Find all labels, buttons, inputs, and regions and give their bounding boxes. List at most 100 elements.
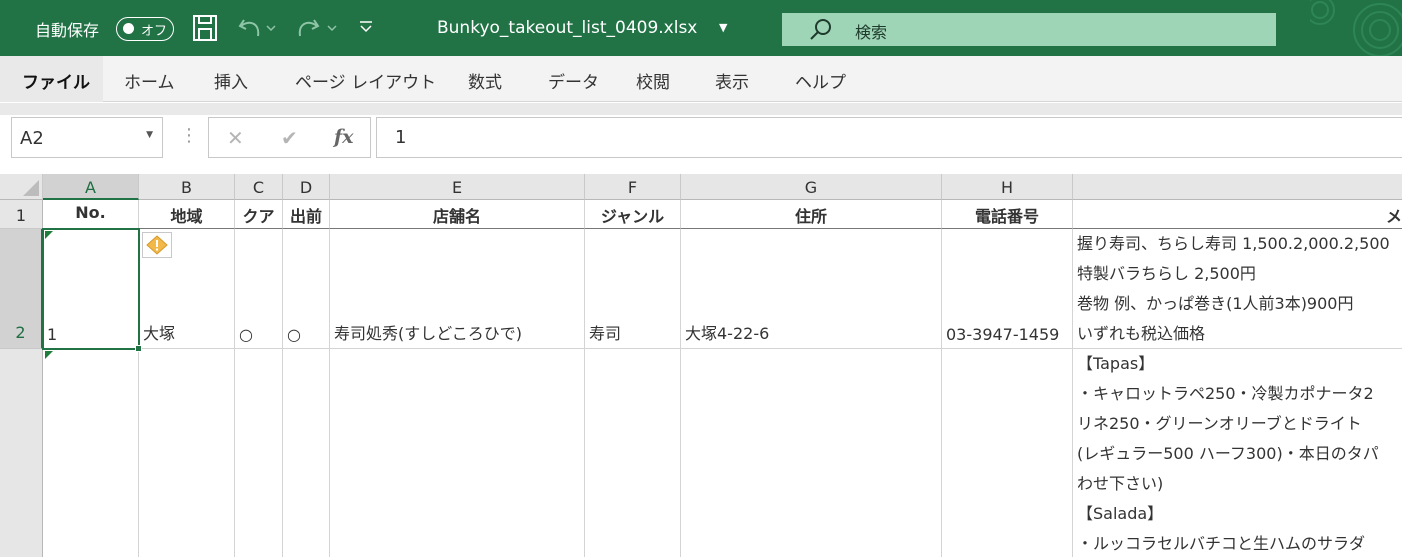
header-cell-delivery[interactable]: 出前 bbox=[283, 200, 330, 229]
column-header-i[interactable] bbox=[1073, 174, 1402, 200]
note-line: わせ下さい) bbox=[1077, 474, 1164, 493]
active-cell-border bbox=[42, 228, 140, 350]
note-line: ・キャロットラペ250・冷製カポナータ2 bbox=[1077, 384, 1374, 403]
error-indicator-a3 bbox=[45, 351, 53, 359]
cell-d2-value: ○ bbox=[287, 325, 301, 344]
fill-handle[interactable] bbox=[135, 345, 142, 352]
search-box[interactable]: 検索 bbox=[782, 13, 1276, 46]
tab-file[interactable]: ファイル bbox=[22, 68, 90, 93]
column-header-c[interactable]: C bbox=[235, 174, 283, 200]
tab-home[interactable]: ホーム bbox=[124, 68, 175, 93]
file-name[interactable]: Bunkyo_takeout_list_0409.xlsx bbox=[437, 18, 697, 38]
note-line: 特製バラちらし 2,500円 bbox=[1077, 264, 1256, 283]
redo-icon[interactable] bbox=[296, 14, 340, 46]
header-cell-menu[interactable]: メ bbox=[1073, 200, 1402, 229]
note-line: 【Tapas】 bbox=[1077, 354, 1155, 373]
cell-h2[interactable]: 03-3947-1459 bbox=[942, 229, 1073, 349]
autosave-toggle[interactable]: オフ bbox=[116, 17, 174, 41]
save-icon[interactable] bbox=[192, 14, 218, 46]
note-line: リネ250・グリーンオリーブとドライト bbox=[1077, 414, 1362, 433]
header-cell-area[interactable]: 地域 bbox=[139, 200, 235, 229]
cell-b2-value: 大塚 bbox=[143, 324, 176, 343]
undo-icon[interactable] bbox=[236, 14, 276, 46]
tab-insert[interactable]: 挿入 bbox=[214, 68, 248, 93]
ribbon-tabs: ファイル ホーム 挿入 ページ レイアウト 数式 データ 校閲 表示 ヘルプ bbox=[0, 56, 1402, 102]
error-warning-button[interactable] bbox=[142, 232, 172, 258]
name-box-dropdown-icon[interactable]: ▼ bbox=[146, 130, 153, 140]
file-name-dropdown-icon[interactable]: ▼ bbox=[719, 21, 727, 34]
name-box-value: A2 bbox=[20, 128, 44, 149]
note-line: 握り寿司、ちらし寿司 1,500.2,000.2,500 bbox=[1077, 234, 1390, 253]
cell-c2[interactable]: ○ bbox=[235, 229, 283, 349]
note-line: 【Salada】 bbox=[1077, 504, 1164, 523]
cell-g3[interactable] bbox=[681, 349, 942, 557]
decorative-pattern-icon bbox=[1305, 0, 1402, 60]
note-line: (レギュラー500 ハーフ300)・本日のタパ bbox=[1077, 444, 1379, 463]
tab-page-layout[interactable]: ページ レイアウト bbox=[295, 68, 436, 93]
select-all-button[interactable] bbox=[0, 174, 43, 200]
tab-data[interactable]: データ bbox=[548, 68, 599, 93]
title-bar: 自動保存 オフ Bunkyo_takeout_list_0409.xlsx ▼ … bbox=[0, 0, 1402, 57]
toggle-knob bbox=[123, 23, 134, 34]
insert-function-icon[interactable]: fx bbox=[334, 126, 354, 148]
cell-h3[interactable] bbox=[942, 349, 1073, 557]
header-cell-address[interactable]: 住所 bbox=[681, 200, 942, 229]
column-header-b[interactable]: B bbox=[139, 174, 235, 200]
autosave-label: 自動保存 bbox=[35, 21, 100, 40]
note-line: 巻物 例、かっぱ巻き(1人前3本)900円 bbox=[1077, 294, 1354, 313]
customize-toolbar-icon[interactable] bbox=[358, 20, 374, 40]
tab-help[interactable]: ヘルプ bbox=[795, 68, 846, 93]
row-header-2[interactable]: 2 bbox=[0, 229, 43, 349]
warning-icon bbox=[146, 235, 168, 255]
tab-view[interactable]: 表示 bbox=[715, 68, 749, 93]
column-header-d[interactable]: D bbox=[283, 174, 330, 200]
cell-e3[interactable] bbox=[330, 349, 585, 557]
row-header-1[interactable]: 1 bbox=[0, 200, 43, 229]
formula-buttons: ✕ ✔ fx bbox=[208, 117, 371, 158]
cell-i3-notes: 【Tapas】 ・キャロットラペ250・冷製カポナータ2 リネ250・グリーンオ… bbox=[1073, 349, 1379, 557]
formula-bar-grip-icon[interactable]: ⋮ bbox=[180, 125, 198, 146]
header-cell-qua[interactable]: クア bbox=[235, 200, 283, 229]
header-cell-store-name[interactable]: 店舗名 bbox=[330, 200, 585, 229]
worksheet-grid: A B C D E F G H 1 No. 地域 クア 出前 店舗名 ジャンル … bbox=[0, 170, 1402, 557]
note-line: いずれも税込価格 bbox=[1077, 324, 1206, 343]
cell-a3[interactable] bbox=[43, 349, 139, 557]
cell-d2[interactable]: ○ bbox=[283, 229, 330, 349]
cancel-icon[interactable]: ✕ bbox=[227, 126, 244, 150]
cell-d3[interactable] bbox=[283, 349, 330, 557]
column-header-e[interactable]: E bbox=[330, 174, 585, 200]
header-cell-phone[interactable]: 電話番号 bbox=[942, 200, 1073, 229]
cell-c2-value: ○ bbox=[239, 325, 253, 344]
cell-f3[interactable] bbox=[585, 349, 681, 557]
cell-f2[interactable]: 寿司 bbox=[585, 229, 681, 349]
formula-input[interactable]: 1 bbox=[376, 117, 1402, 158]
header-cell-genre[interactable]: ジャンル bbox=[585, 200, 681, 229]
error-indicator-a2 bbox=[45, 231, 53, 239]
tab-formulas[interactable]: 数式 bbox=[468, 68, 502, 93]
search-icon bbox=[808, 18, 834, 46]
select-all-triangle bbox=[23, 180, 39, 196]
column-header-h[interactable]: H bbox=[942, 174, 1073, 200]
cell-c3[interactable] bbox=[235, 349, 283, 557]
header-cell-no[interactable]: No. bbox=[43, 200, 139, 229]
cell-f2-value: 寿司 bbox=[589, 324, 622, 343]
cell-h2-value: 03-3947-1459 bbox=[946, 325, 1060, 344]
column-header-a[interactable]: A bbox=[43, 174, 139, 200]
cell-i2-notes: 握り寿司、ちらし寿司 1,500.2,000.2,500 特製バラちらし 2,5… bbox=[1073, 229, 1390, 349]
row-header-3[interactable] bbox=[0, 349, 43, 557]
tab-review[interactable]: 校閲 bbox=[636, 68, 670, 93]
cell-e2-value: 寿司処秀(すしどころひで) bbox=[334, 324, 523, 343]
cell-e2[interactable]: 寿司処秀(すしどころひで) bbox=[330, 229, 585, 349]
search-label: 検索 bbox=[855, 23, 888, 42]
cell-g2-value: 大塚4-22-6 bbox=[685, 324, 770, 343]
cell-b3[interactable] bbox=[139, 349, 235, 557]
column-header-g[interactable]: G bbox=[681, 174, 942, 200]
name-box[interactable]: A2 ▼ bbox=[11, 117, 163, 158]
column-header-f[interactable]: F bbox=[585, 174, 681, 200]
ribbon-collapsed-area bbox=[0, 103, 1402, 115]
formula-bar: A2 ▼ ⋮ ✕ ✔ fx 1 bbox=[0, 115, 1402, 170]
note-line: ・ルッコラセルバチコと生ハムのサラダ bbox=[1077, 534, 1366, 553]
formula-value: 1 bbox=[395, 127, 407, 148]
cell-g2[interactable]: 大塚4-22-6 bbox=[681, 229, 942, 349]
enter-icon[interactable]: ✔ bbox=[281, 126, 298, 150]
